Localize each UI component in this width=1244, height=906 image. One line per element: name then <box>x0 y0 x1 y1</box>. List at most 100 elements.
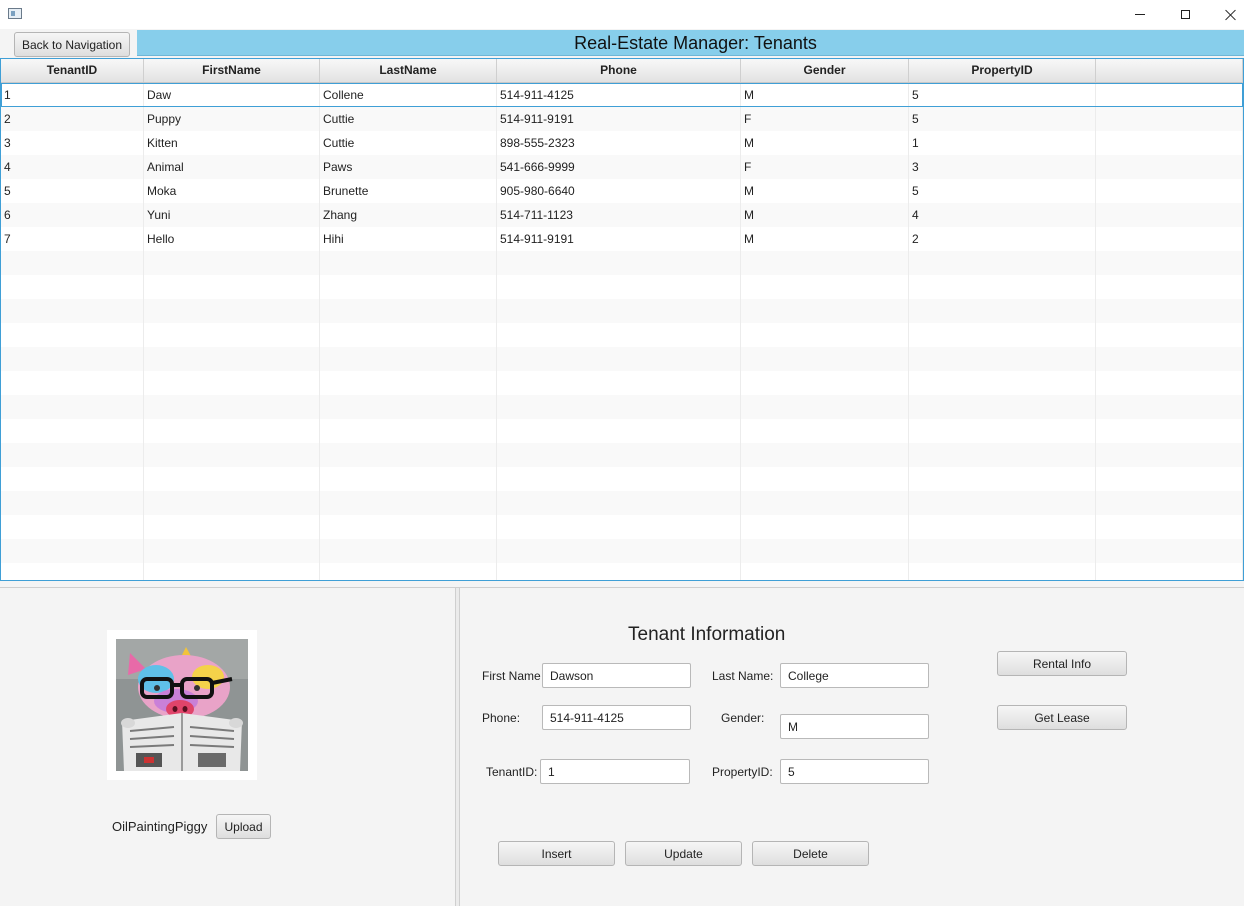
phone-field[interactable] <box>542 705 691 730</box>
table-cell <box>497 443 741 467</box>
table-cell <box>320 299 497 323</box>
table-row[interactable]: 7 Hello Hihi 514-911-9191 M 2 <box>1 227 1243 251</box>
table-cell <box>144 395 320 419</box>
maximize-icon <box>1180 10 1190 19</box>
table-cell <box>1096 347 1243 371</box>
table-cell: F <box>741 155 909 179</box>
gender-label: Gender: <box>721 711 765 725</box>
property-id-field[interactable] <box>780 759 929 784</box>
table-row[interactable] <box>1 467 1243 491</box>
split-pane-divider[interactable] <box>455 588 460 906</box>
tenants-table[interactable]: TenantID FirstName LastName Phone Gender Prop… <box>0 58 1244 581</box>
minimize-button[interactable] <box>1117 0 1163 29</box>
table-cell: 514-911-9191 <box>497 227 741 251</box>
table-cell <box>909 299 1096 323</box>
gender-field[interactable] <box>780 714 929 739</box>
table-cell: 5 <box>1 179 144 203</box>
table-row[interactable]: 6 Yuni Zhang 514-711-1123 M 4 <box>1 203 1243 227</box>
last-name-label: Last Name: <box>712 669 774 683</box>
table-cell <box>320 275 497 299</box>
table-row[interactable] <box>1 443 1243 467</box>
tenant-id-field[interactable] <box>540 759 690 784</box>
table-cell: 3 <box>909 155 1096 179</box>
table-row[interactable] <box>1 491 1243 515</box>
table-row[interactable] <box>1 515 1243 539</box>
table-cell: 7 <box>1 227 144 251</box>
table-cell <box>741 323 909 347</box>
table-row[interactable] <box>1 323 1243 347</box>
table-cell <box>144 467 320 491</box>
table-cell <box>144 539 320 563</box>
table-cell <box>1 347 144 371</box>
column-header-col-property-id[interactable]: PropertyID <box>909 59 1096 82</box>
table-row[interactable]: 1 Daw Collene 514-911-4125 M 5 <box>1 83 1243 107</box>
maximize-button[interactable] <box>1162 0 1208 29</box>
table-cell: 4 <box>1 155 144 179</box>
table-cell <box>497 251 741 275</box>
table-cell <box>1096 443 1243 467</box>
column-header-col-first-name[interactable]: FirstName <box>144 59 320 82</box>
delete-button[interactable]: Delete <box>752 841 869 866</box>
photo-caption: OilPaintingPiggy <box>112 819 208 834</box>
first-name-field[interactable] <box>542 663 691 688</box>
table-cell <box>320 467 497 491</box>
table-cell <box>320 371 497 395</box>
insert-button[interactable]: Insert <box>498 841 615 866</box>
table-cell: 541-666-9999 <box>497 155 741 179</box>
table-cell <box>1096 395 1243 419</box>
close-button[interactable] <box>1208 0 1244 29</box>
table-cell: Daw <box>144 83 320 107</box>
table-cell: Yuni <box>144 203 320 227</box>
column-header-col-gender[interactable]: Gender <box>741 59 909 82</box>
column-header-col-last-name[interactable]: LastName <box>320 59 497 82</box>
table-cell <box>1096 563 1243 580</box>
table-row[interactable] <box>1 347 1243 371</box>
update-button[interactable]: Update <box>625 841 742 866</box>
table-row[interactable] <box>1 251 1243 275</box>
app-window-icon <box>8 8 22 19</box>
close-icon <box>1225 9 1237 21</box>
upload-button[interactable]: Upload <box>216 814 271 839</box>
table-row[interactable] <box>1 563 1243 580</box>
table-cell: Cuttie <box>320 131 497 155</box>
column-header-col-filler[interactable] <box>1096 59 1243 82</box>
table-row[interactable] <box>1 371 1243 395</box>
table-cell: Moka <box>144 179 320 203</box>
table-cell <box>320 323 497 347</box>
rental-info-button[interactable]: Rental Info <box>997 651 1127 676</box>
table-cell <box>909 515 1096 539</box>
back-to-navigation-button[interactable]: Back to Navigation <box>14 32 130 57</box>
table-row[interactable] <box>1 395 1243 419</box>
table-cell <box>497 323 741 347</box>
get-lease-button[interactable]: Get Lease <box>997 705 1127 730</box>
table-cell <box>497 467 741 491</box>
table-row[interactable]: 4 Animal Paws 541-666-9999 F 3 <box>1 155 1243 179</box>
table-cell <box>144 443 320 467</box>
table-cell <box>1 491 144 515</box>
column-header-col-tenant-id[interactable]: TenantID <box>1 59 144 82</box>
table-cell: M <box>741 179 909 203</box>
table-cell <box>909 419 1096 443</box>
table-cell <box>497 371 741 395</box>
table-row[interactable]: 2 Puppy Cuttie 514-911-9191 F 5 <box>1 107 1243 131</box>
page-header: Real-Estate Manager: Tenants Back to Nav… <box>0 29 1244 57</box>
table-cell: 3 <box>1 131 144 155</box>
table-cell <box>741 539 909 563</box>
column-header-col-phone[interactable]: Phone <box>497 59 741 82</box>
table-cell <box>1 539 144 563</box>
table-cell <box>320 251 497 275</box>
table-cell <box>741 347 909 371</box>
form-title: Tenant Information <box>628 624 786 645</box>
table-row[interactable] <box>1 299 1243 323</box>
last-name-field[interactable] <box>780 663 929 688</box>
table-cell <box>909 563 1096 580</box>
table-row[interactable] <box>1 539 1243 563</box>
table-cell <box>1096 275 1243 299</box>
table-row[interactable]: 3 Kitten Cuttie 898-555-2323 M 1 <box>1 131 1243 155</box>
table-row[interactable]: 5 Moka Brunette 905-980-6640 M 5 <box>1 179 1243 203</box>
table-cell <box>1096 539 1243 563</box>
first-name-label: First Name <box>482 669 541 683</box>
table-row[interactable] <box>1 419 1243 443</box>
table-row[interactable] <box>1 275 1243 299</box>
minimize-icon <box>1135 14 1145 15</box>
